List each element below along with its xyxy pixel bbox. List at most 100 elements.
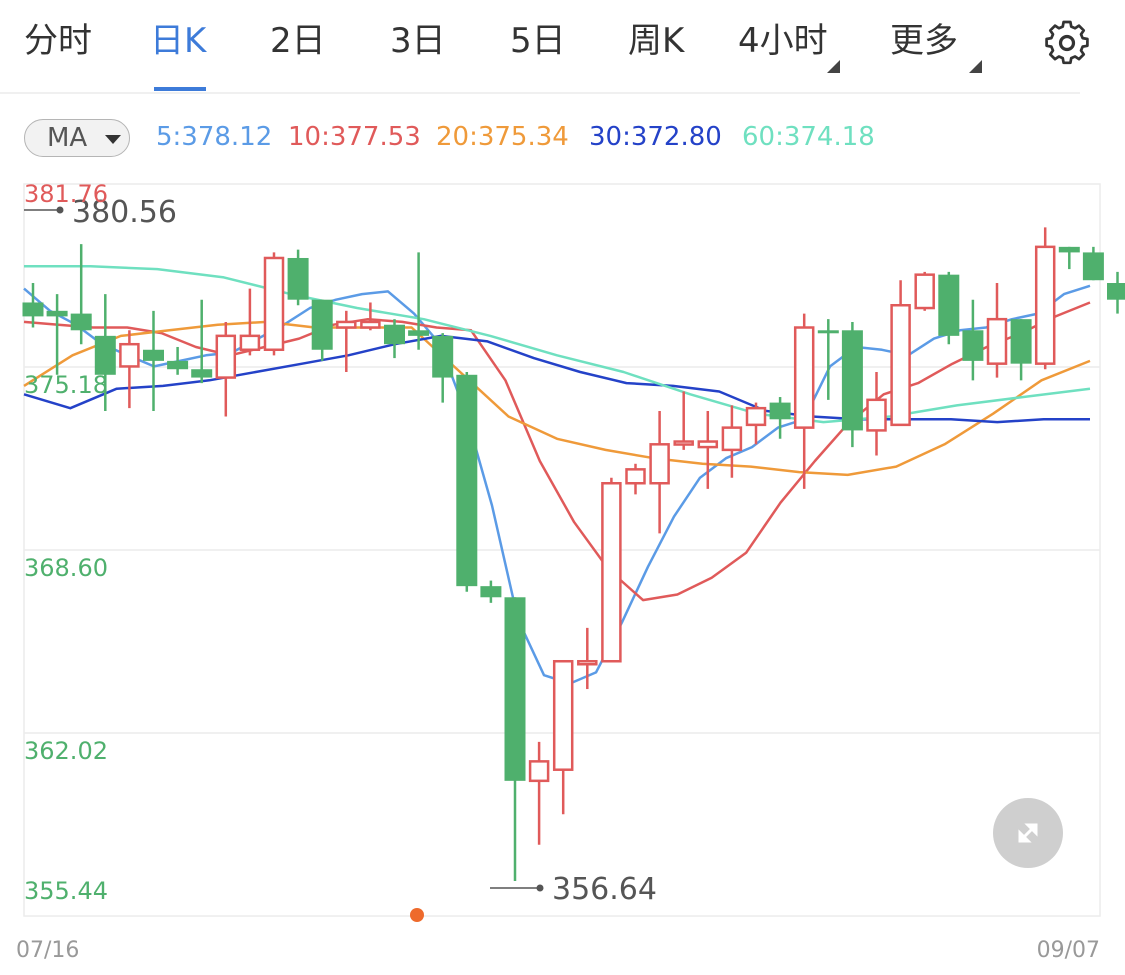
candle xyxy=(1082,246,1104,281)
indicator-selector[interactable]: MA xyxy=(24,119,130,157)
ma5-value: 5:378.12 xyxy=(156,122,273,152)
candle xyxy=(239,288,261,356)
candle-body xyxy=(119,342,140,368)
tab-4-hour[interactable]: 4小时 xyxy=(738,18,828,64)
candle-body xyxy=(1010,319,1032,364)
candle-body xyxy=(1107,283,1125,300)
candle-body xyxy=(143,349,164,361)
ma10-value: 10:377.53 xyxy=(288,122,421,152)
candle xyxy=(1058,246,1080,270)
candle xyxy=(360,302,381,331)
x-axis-labels: 07/16 09/07 xyxy=(16,938,1100,963)
candle-body xyxy=(673,440,694,446)
candle-body xyxy=(769,402,791,420)
chart-grid xyxy=(23,183,1101,917)
candle-body xyxy=(841,330,863,431)
ma-10-line xyxy=(23,301,1091,602)
gear-icon[interactable] xyxy=(1042,18,1092,68)
candle xyxy=(336,310,357,373)
candle xyxy=(745,402,767,445)
candle xyxy=(528,741,550,845)
tab-weekly-k[interactable]: 周K xyxy=(628,18,684,64)
ma30-value: 30:372.80 xyxy=(589,122,722,152)
candle-body xyxy=(577,659,598,666)
min-annotation-dot xyxy=(536,884,544,892)
candle xyxy=(793,313,815,489)
candle xyxy=(215,321,237,417)
candle xyxy=(601,477,622,663)
candle xyxy=(866,372,887,456)
expand-button[interactable] xyxy=(993,798,1063,868)
candle-body xyxy=(793,326,815,429)
candle xyxy=(311,299,333,361)
event-marker-dot xyxy=(410,908,424,922)
candle xyxy=(263,252,285,356)
candle-body xyxy=(866,398,887,432)
candle-body xyxy=(649,443,670,485)
candle-body xyxy=(625,468,646,485)
candle-body xyxy=(22,302,44,317)
candle xyxy=(817,319,839,400)
candle-body xyxy=(986,317,1008,365)
candle-body xyxy=(360,320,381,329)
candle-body xyxy=(408,330,430,336)
candle xyxy=(841,321,863,448)
candle-body xyxy=(1082,252,1104,281)
chevron-down-icon xyxy=(105,135,121,144)
candle-body xyxy=(745,406,767,427)
tab-daily-k[interactable]: 日K xyxy=(150,18,206,64)
tab-3-day[interactable]: 3日 xyxy=(390,18,446,64)
candle xyxy=(384,319,405,359)
candle xyxy=(480,580,502,603)
candle xyxy=(938,271,960,345)
candle-body xyxy=(336,320,357,329)
candle-body xyxy=(552,659,574,771)
tab-more[interactable]: 更多 xyxy=(890,18,958,64)
candle-body xyxy=(480,586,502,598)
y-tick-label: 375.18 xyxy=(24,371,108,399)
candle-body xyxy=(721,426,743,452)
y-axis-ticks: 381.76 375.18 368.60 362.02 355.44 xyxy=(24,180,108,905)
candle xyxy=(1107,271,1125,314)
active-tab-indicator xyxy=(154,87,206,91)
candles xyxy=(22,227,1125,881)
tab-2-day[interactable]: 2日 xyxy=(270,18,326,64)
candle-body xyxy=(167,360,189,370)
candle-body xyxy=(239,334,261,352)
ma-60-line xyxy=(24,265,1091,424)
ma60-value: 60:374.18 xyxy=(742,122,875,152)
candle xyxy=(673,391,694,450)
candle xyxy=(1034,227,1056,370)
annotations: 380.56 356.64 xyxy=(24,195,657,922)
candle xyxy=(119,330,140,409)
candle-body xyxy=(191,369,213,378)
candle xyxy=(46,294,68,375)
candle-body xyxy=(263,256,285,352)
candle-body xyxy=(697,440,719,449)
x-end-label: 09/07 xyxy=(1037,938,1100,963)
candle-body xyxy=(70,313,92,331)
candle xyxy=(191,299,213,384)
candle-body xyxy=(938,274,960,336)
candle xyxy=(914,271,935,311)
max-price-label: 380.56 xyxy=(72,195,177,230)
candle xyxy=(769,397,791,439)
candle-body xyxy=(528,760,550,783)
candle xyxy=(552,659,574,815)
candle xyxy=(287,249,309,306)
candle xyxy=(721,405,743,478)
candle-body xyxy=(890,304,911,427)
tab-5-day[interactable]: 5日 xyxy=(510,18,566,64)
ma-5-line xyxy=(23,284,1091,685)
ma20-value: 20:375.34 xyxy=(436,122,569,152)
candle-body xyxy=(962,330,984,361)
candle xyxy=(70,244,92,345)
candle xyxy=(697,410,719,489)
candle-body xyxy=(432,335,454,378)
candle-body xyxy=(1034,245,1056,365)
candle-body xyxy=(504,597,526,781)
candle xyxy=(143,310,164,411)
expand-arrows-icon xyxy=(1018,823,1038,843)
moving-average-lines xyxy=(23,265,1091,685)
tab-fenshi[interactable]: 分时 xyxy=(24,18,92,64)
